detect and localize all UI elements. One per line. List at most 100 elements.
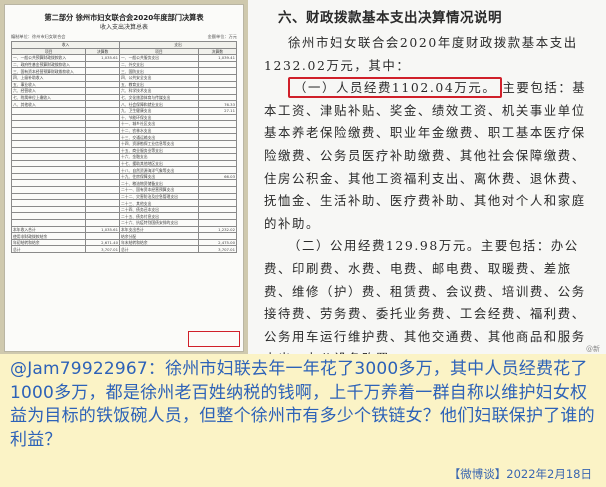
- ledger-income-item: [10, 172, 87, 181]
- ledger-row: 二十四、债务还本支出: [10, 205, 238, 214]
- ledger-row: 十四、资源勘探工业信息等支出: [10, 139, 238, 148]
- ledger-income-amount: [85, 212, 120, 221]
- ledger-income-item: [10, 159, 87, 168]
- ledger-expense-item: 四、公共安全支出: [119, 73, 199, 82]
- ledger-expense-item: 结余分配: [119, 232, 199, 240]
- explanation-intro: 徐州市妇女联合会2020年度财政拨款基本支出1232.02万元，其中：: [264, 35, 578, 73]
- ledger-expense-item: 十三、交通运输支出: [119, 133, 199, 141]
- ledger-expense-amount: 1,232.02: [197, 225, 238, 234]
- total-highlight-box: [188, 331, 240, 347]
- ledger-expense-item: 二十三、其他支出: [119, 199, 199, 207]
- ledger-income-item: 年初结转和结余: [10, 238, 87, 247]
- ledger-col-amount: 决算数: [197, 47, 238, 56]
- ledger-income-item: 本年收入合计: [10, 225, 87, 234]
- ledger-income-item: [10, 179, 87, 188]
- ledger-expense-amount: [197, 159, 238, 168]
- ledger-row: 使用非财政拨款结余 结余分配: [10, 232, 238, 240]
- ledger-row: 四、上级补助收入 四、公共安全支出: [10, 73, 238, 82]
- ledger-expense-item: 七、文化旅游体育与传媒支出: [119, 93, 199, 102]
- comment-text: @Jam79922967：徐州市妇联去年一年花了3000多万，其中人员经费花了1…: [10, 359, 595, 450]
- ledger-expense-item: 二十一、国有资本经营预算支出: [119, 186, 199, 194]
- ledger-income-amount: [85, 179, 120, 188]
- ledger-income-item: 八、其他收入: [10, 100, 87, 108]
- ledger-expense-item: 二十二、灾害防治及应急管理支出: [119, 192, 199, 201]
- ledger-income-item: 五、事业收入: [10, 80, 87, 89]
- screenshot-frame: 第二部分 徐州市妇女联合会2020年度部门决算表 收入支出决算总表 编制单位：徐…: [0, 0, 606, 487]
- ledger-expense-item: 二十四、债务还本支出: [119, 205, 199, 214]
- budget-table-unit-currency: 金额单位：万元: [207, 34, 237, 39]
- budget-ledger-table: 收入 支出 项目 决算数 项目 决算数 一、一般公共预算财政拨款收入 1,035.…: [10, 41, 238, 253]
- ledger-expense-amount: [197, 126, 238, 135]
- ledger-income-amount: 1,035.61: [85, 54, 120, 62]
- ledger-expense-amount: 27.11: [197, 106, 238, 115]
- ledger-col-item: 项目: [119, 47, 199, 56]
- ledger-expense-item: 十七、援助其他地区支出: [119, 159, 199, 168]
- ledger-income-item: [10, 126, 87, 135]
- ledger-expense-amount: 1,039.41: [197, 54, 238, 62]
- ledger-income-item: 六、经营收入: [10, 87, 87, 95]
- ledger-row: 六、经营收入 六、科学技术支出: [10, 87, 238, 95]
- ledger-row: 十五、商业服务业等支出: [10, 146, 238, 155]
- explanation-public: （二）公用经费129.98万元。主要包括：办公费、印刷费、水费、电费、邮电费、取…: [264, 238, 586, 366]
- ledger-expense-item: 八、社会保障和就业支出: [119, 100, 199, 108]
- ledger-row: 本年收入合计 1,035.61 本年支出合计 1,232.02: [10, 225, 238, 234]
- ledger-expense-amount: [197, 219, 238, 227]
- ledger-expense-amount: [197, 166, 238, 174]
- ledger-expense-item: 九、卫生健康支出: [119, 106, 199, 115]
- ledger-expense-amount: [197, 67, 238, 75]
- ledger-expense-item: 一、一般公共服务支出: [119, 54, 199, 62]
- ledger-income-amount: [85, 100, 120, 108]
- budget-table-unit-org: 编制单位：徐州市妇女联合会: [11, 34, 66, 39]
- ledger-income-amount: [85, 172, 120, 181]
- ledger-income-amount: [85, 133, 120, 141]
- ledger-income-item: 三、国有资本经营预算财政拨款收入: [10, 67, 87, 75]
- ledger-expense-item: 总计: [119, 245, 199, 253]
- ledger-income-amount: [85, 126, 120, 135]
- ledger-row: 十七、援助其他地区支出: [10, 159, 238, 168]
- ledger-expense-amount: [197, 113, 238, 122]
- ledger-income-amount: [85, 205, 120, 214]
- ledger-income-amount: [85, 139, 120, 148]
- ledger-row: 二十二、灾害防治及应急管理支出: [10, 192, 238, 201]
- ledger-income-amount: [85, 192, 120, 201]
- ledger-expense-amount: [197, 139, 238, 148]
- ledger-row: 二十一、国有资本经营预算支出: [10, 186, 238, 194]
- ledger-income-amount: [85, 159, 120, 168]
- ledger-expense-amount: [197, 73, 238, 82]
- ledger-row: 二十六、抗疫特别国债安排的支出: [10, 219, 238, 227]
- ledger-expense-item: 年末结转和结余: [119, 238, 199, 247]
- ledger-income-item: 使用非财政拨款结余: [10, 232, 87, 240]
- ledger-row: 三、国有资本经营预算财政拨款收入 三、国防支出: [10, 67, 238, 75]
- ledger-income-item: [10, 166, 87, 174]
- ledger-expense-item: 五、教育支出: [119, 80, 199, 89]
- ledger-income-amount: [85, 166, 120, 174]
- ledger-row: 十六、金融支出: [10, 153, 238, 161]
- ledger-expense-amount: 2,475.00: [197, 238, 238, 247]
- ledger-income-item: [10, 146, 87, 155]
- ledger-row: 十一、城乡社区支出: [10, 120, 238, 128]
- ledger-expense-item: 本年支出合计: [119, 225, 199, 234]
- ledger-row: 五、事业收入 五、教育支出: [10, 80, 238, 89]
- ledger-expense-amount: [197, 192, 238, 201]
- ledger-income-amount: 1,035.61: [85, 225, 120, 234]
- ledger-row: 一、一般公共预算财政拨款收入 1,035.61 一、一般公共服务支出 1,039.41: [10, 54, 238, 62]
- ledger-income-amount: [85, 73, 120, 82]
- ledger-expense-amount: [197, 146, 238, 155]
- ledger-expense-amount: [197, 80, 238, 89]
- ledger-income-item: 七、附属单位上缴收入: [10, 93, 87, 102]
- ledger-expense-amount: [197, 120, 238, 128]
- ledger-expense-amount: [197, 133, 238, 141]
- ledger-income-amount: [85, 80, 120, 89]
- ledger-expense-item: 三、国防支出: [119, 67, 199, 75]
- ledger-expense-amount: [197, 179, 238, 188]
- ledger-income-amount: [85, 106, 120, 115]
- ledger-expense-item: 十四、资源勘探工业信息等支出: [119, 139, 199, 148]
- ledger-row: 十二、农林水支出: [10, 126, 238, 135]
- source-tag: 【微博谈】2022年2月18日: [448, 467, 592, 481]
- ledger-expense-item: 十一、城乡社区支出: [119, 120, 199, 128]
- ledger-expense-amount: [197, 232, 238, 240]
- ledger-income-item: [10, 205, 87, 214]
- budget-table-title: 第二部分 徐州市妇女联合会2020年度部门决算表: [44, 13, 204, 22]
- ledger-income-amount: [85, 67, 120, 75]
- ledger-row: 总计 3,707.01 总计 3,707.01: [10, 245, 238, 253]
